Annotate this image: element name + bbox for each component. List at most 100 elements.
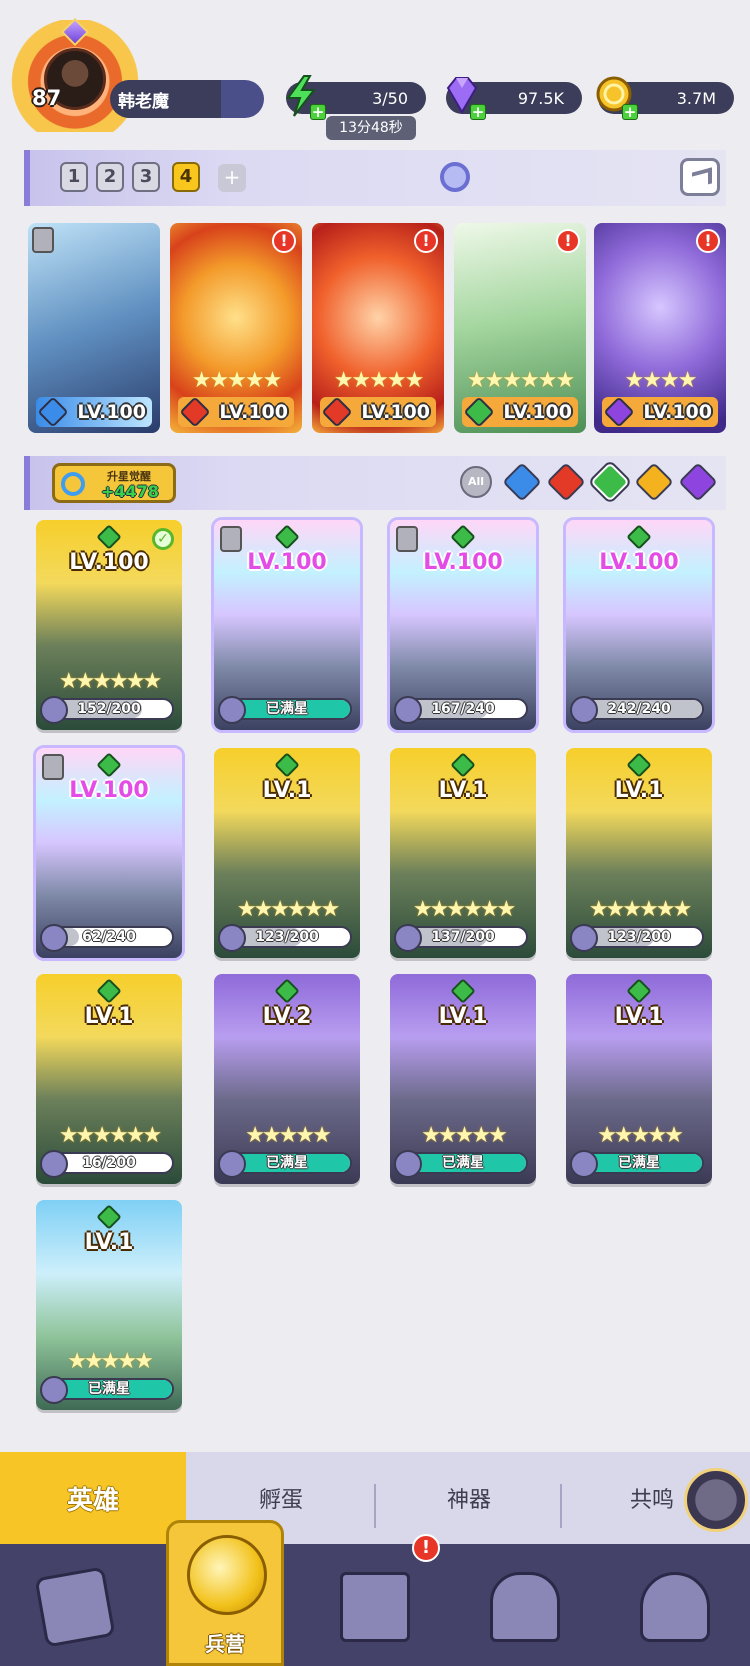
shard-icon bbox=[218, 1150, 246, 1178]
team-slot-5[interactable]: ! ★★★★ LV.100 bbox=[594, 223, 726, 433]
fire-element-icon bbox=[321, 396, 353, 428]
hero-card[interactable]: LV.1 ★★★★★★ 123/200 bbox=[566, 748, 712, 958]
shard-icon bbox=[40, 1150, 68, 1178]
hero-level: LV.100 bbox=[69, 778, 149, 803]
team-tab-2[interactable]: 2 bbox=[96, 162, 124, 192]
shard-icon bbox=[570, 1150, 598, 1178]
hero-level: LV.1 bbox=[614, 1004, 664, 1029]
filter-water-icon[interactable] bbox=[502, 462, 542, 502]
shard-icon bbox=[218, 924, 246, 952]
hero-card[interactable]: ✓ LV.100 ★★★★★★ 152/200 bbox=[36, 520, 182, 730]
tab-artifact[interactable]: 神器 bbox=[376, 1452, 562, 1544]
rank-crest-icon bbox=[60, 17, 90, 47]
shard-icon bbox=[40, 696, 68, 724]
alert-icon: ! bbox=[414, 229, 438, 253]
nav-shrine[interactable] bbox=[450, 1544, 600, 1666]
shield-icon bbox=[396, 526, 418, 552]
bottom-nav bbox=[0, 1544, 750, 1666]
checkmark-icon: ✓ bbox=[152, 528, 174, 550]
team-selector-bar: 1 2 3 4 + bbox=[24, 150, 726, 206]
water-element-icon bbox=[37, 396, 69, 428]
team-slot-4[interactable]: ! ★★★★★★ LV.100 bbox=[454, 223, 586, 433]
hero-card[interactable]: LV.1 ★★★★★★ 16/200 bbox=[36, 974, 182, 1184]
nav-barracks-label: 兵营 bbox=[205, 1632, 245, 1656]
hero-card[interactable]: LV.1 ★★★★★ 已满星 bbox=[36, 1200, 182, 1410]
filter-wind-icon[interactable] bbox=[590, 462, 630, 502]
energy-counter[interactable]: + 3/50 bbox=[286, 75, 426, 120]
hero-level: LV.100 bbox=[69, 550, 149, 575]
hero-card[interactable]: LV.100 已满星 bbox=[214, 520, 360, 730]
slot-stars: ★★★★ bbox=[624, 368, 698, 393]
gem-counter[interactable]: + 97.5K bbox=[446, 77, 582, 120]
shield-icon bbox=[32, 227, 54, 253]
hero-stars: ★★★★★ bbox=[597, 1123, 684, 1148]
add-team-button[interactable]: + bbox=[218, 164, 246, 192]
hero-card[interactable]: LV.1 ★★★★★★ 137/200 bbox=[390, 748, 536, 958]
sparkle-float-button[interactable] bbox=[684, 1468, 748, 1532]
book-icon bbox=[340, 1572, 410, 1642]
key-icon bbox=[61, 472, 85, 496]
shard-icon bbox=[394, 1150, 422, 1178]
nav-alert-icon: ! bbox=[412, 1534, 440, 1562]
hero-level: LV.1 bbox=[614, 778, 664, 803]
slot-level: LV.100 bbox=[320, 396, 436, 428]
filter-fire-icon[interactable] bbox=[546, 462, 586, 502]
cards-icon bbox=[34, 1566, 116, 1648]
nav-mushroom[interactable] bbox=[600, 1544, 750, 1666]
slot-level: LV.100 bbox=[36, 396, 152, 428]
share-icon[interactable] bbox=[680, 158, 720, 196]
dark-element-icon bbox=[603, 396, 635, 428]
add-energy-icon[interactable]: + bbox=[310, 104, 326, 120]
filter-light-icon[interactable] bbox=[634, 462, 674, 502]
team-slot-3[interactable]: ! ★★★★★ LV.100 bbox=[312, 223, 444, 433]
slot-stars: ★★★★★★ bbox=[466, 368, 575, 393]
shard-icon bbox=[570, 696, 598, 724]
hero-card[interactable]: LV.100 62/240 bbox=[36, 748, 182, 958]
hero-level: LV.1 bbox=[438, 1004, 488, 1029]
shard-icon bbox=[218, 696, 246, 724]
team-tab-3[interactable]: 3 bbox=[132, 162, 160, 192]
alert-icon: ! bbox=[696, 229, 720, 253]
hero-stars: ★★★★★★ bbox=[58, 669, 162, 694]
filter-all-button[interactable]: All bbox=[460, 466, 492, 498]
search-icon[interactable] bbox=[440, 162, 470, 192]
slot-level-text: LV.100 bbox=[643, 401, 712, 423]
mushroom-icon bbox=[640, 1572, 710, 1642]
gem-value: 97.5K bbox=[517, 88, 564, 108]
team-slot-2[interactable]: ! ★★★★★ LV.100 bbox=[170, 223, 302, 433]
player-name: 韩老魔 bbox=[118, 91, 169, 112]
gold-counter[interactable]: + 3.7M bbox=[596, 76, 734, 120]
hero-card[interactable]: LV.100 167/240 bbox=[390, 520, 536, 730]
team-tab-1[interactable]: 1 bbox=[60, 162, 88, 192]
hero-card[interactable]: LV.100 242/240 bbox=[566, 520, 712, 730]
hero-stars: ★★★★★ bbox=[245, 1123, 332, 1148]
hero-stars: ★★★★★ bbox=[421, 1123, 508, 1148]
nav-barracks[interactable]: 兵营 bbox=[166, 1520, 284, 1666]
team-slot-1[interactable]: LV.100 bbox=[28, 223, 160, 433]
tab-heroes[interactable]: 英雄 bbox=[0, 1452, 186, 1544]
slot-level-text: LV.100 bbox=[219, 401, 288, 423]
hero-card[interactable]: LV.2 ★★★★★ 已满星 bbox=[214, 974, 360, 1184]
slot-stars: ★★★★★ bbox=[333, 368, 425, 393]
nav-codex[interactable] bbox=[300, 1544, 450, 1666]
top-bar: 87 韩老魔 + 3/50 13分48秒 + 97.5K + 3.7M bbox=[0, 0, 750, 140]
hero-stars: ★★★★★★ bbox=[58, 1123, 162, 1148]
fire-element-icon bbox=[179, 396, 211, 428]
star-awaken-button[interactable]: 升星觉醒 +4478 bbox=[52, 463, 176, 503]
slot-level-text: LV.100 bbox=[77, 401, 146, 423]
hero-stars: ★★★★★★ bbox=[236, 897, 340, 922]
hero-card[interactable]: LV.1 ★★★★★ 已满星 bbox=[390, 974, 536, 1184]
nav-cards[interactable] bbox=[0, 1544, 150, 1666]
filter-dark-icon[interactable] bbox=[678, 462, 718, 502]
hero-stars: ★★★★★ bbox=[67, 1349, 154, 1374]
hero-level: LV.1 bbox=[438, 778, 488, 803]
add-gold-icon[interactable]: + bbox=[622, 104, 638, 120]
add-gems-icon[interactable]: + bbox=[470, 104, 486, 120]
hero-card[interactable]: LV.1 ★★★★★ 已满星 bbox=[566, 974, 712, 1184]
slot-level-text: LV.100 bbox=[503, 401, 572, 423]
hero-card[interactable]: LV.1 ★★★★★★ 123/200 bbox=[214, 748, 360, 958]
hero-level: LV.1 bbox=[262, 778, 312, 803]
team-tab-4[interactable]: 4 bbox=[172, 162, 200, 192]
player-name-pill[interactable]: 韩老魔 bbox=[110, 80, 264, 118]
hero-stars: ★★★★★★ bbox=[412, 897, 516, 922]
